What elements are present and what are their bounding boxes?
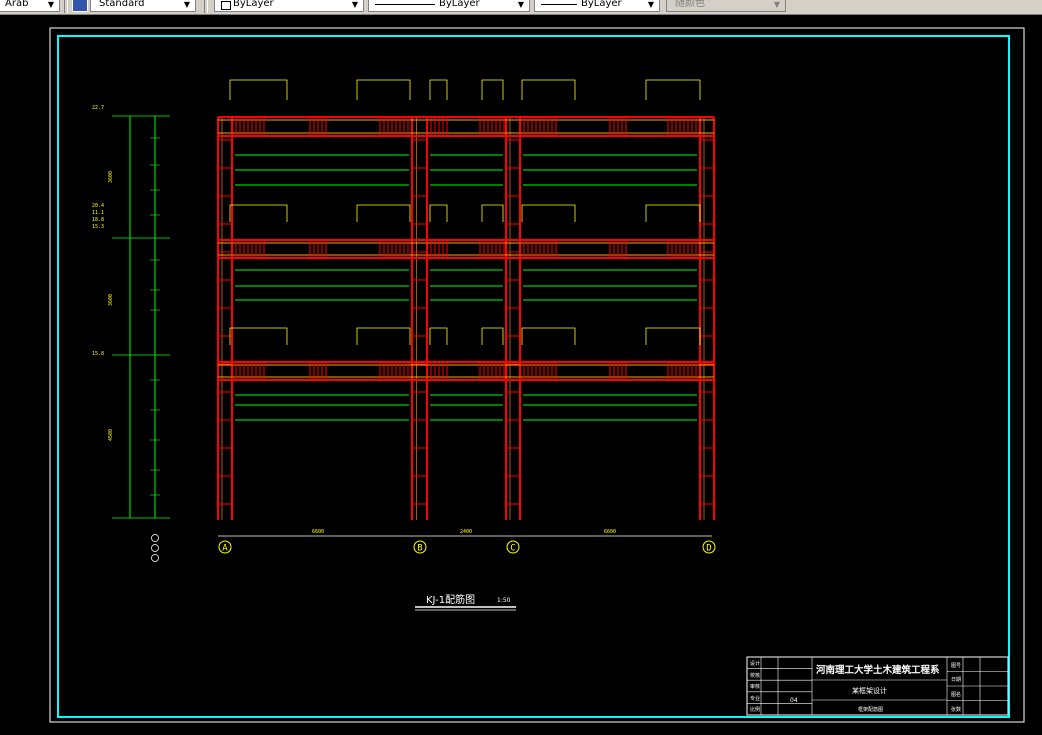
toolbar-separator <box>64 0 68 13</box>
elevation-label: 11.1 <box>92 210 104 216</box>
plot-style-value: 随颜色 <box>675 0 705 9</box>
dimension-bracket <box>645 204 701 222</box>
storey-height-label: 4500 <box>108 429 114 441</box>
dimension-bracket <box>356 327 411 345</box>
span-label: 6600 <box>604 529 616 535</box>
span-label: 2400 <box>460 529 472 535</box>
frame-elevation <box>217 79 715 520</box>
dimension-bracket <box>429 204 448 222</box>
dimension-bracket <box>645 79 701 100</box>
dimension-bracket <box>229 204 288 222</box>
cad-drawing-canvas[interactable]: 22.7 20.4 11.1 18.8 15.3 15.8 3600 3600 … <box>0 14 1042 735</box>
tb-row-label: 审核 <box>750 683 760 690</box>
elevation-label: 22.7 <box>92 105 104 111</box>
chevron-down-icon[interactable]: ▼ <box>645 0 657 10</box>
sheet-number: 04 <box>790 697 798 704</box>
dimension-style-icon[interactable] <box>72 0 88 12</box>
linetype-dropdown[interactable]: ByLayer ▼ <box>368 0 530 12</box>
chevron-down-icon[interactable]: ▼ <box>181 0 193 10</box>
axis-label: D <box>706 544 711 554</box>
tb-row-label: 图号 <box>951 663 961 669</box>
paper-outer-frame <box>49 27 1025 723</box>
text-style-value: Arab <box>5 0 29 9</box>
dimension-bracket <box>481 79 504 100</box>
tb-row-label: 日期 <box>951 677 961 683</box>
dim-style-value: Standard <box>99 0 145 9</box>
chevron-down-icon[interactable]: ▼ <box>771 0 783 10</box>
axis-bubble <box>151 534 159 542</box>
tb-row-label: 设计 <box>750 660 760 667</box>
tb-row-label: 比例 <box>750 706 760 713</box>
color-swatch-icon <box>221 1 231 10</box>
dimension-bracket <box>429 327 448 345</box>
tb-row-label: 张数 <box>951 706 961 713</box>
layer-color-dropdown[interactable]: ByLayer ▼ <box>214 0 364 12</box>
axis-label: B <box>417 544 422 554</box>
tb-row-label: 图名 <box>951 691 961 698</box>
elevation-dimension: 22.7 20.4 11.1 18.8 15.3 15.8 3600 3600 … <box>92 105 170 562</box>
storey-height-label: 3600 <box>108 294 114 306</box>
axis-label: A <box>222 544 228 554</box>
axis-row: A B C D 6600 2400 6600 <box>218 529 716 554</box>
chevron-down-icon[interactable]: ▼ <box>515 0 527 10</box>
dimension-bracket <box>229 327 288 345</box>
tb-row-label: 专业 <box>750 695 760 702</box>
text-style-dropdown[interactable]: Arab ▼ <box>0 0 60 12</box>
properties-toolbar: Arab ▼ Standard ▼ ByLayer ▼ ByLayer ▼ By… <box>0 0 1042 15</box>
dimension-bracket <box>356 79 411 100</box>
project-name: 某框架设计 <box>852 686 887 695</box>
chevron-down-icon[interactable]: ▼ <box>45 0 57 10</box>
layer-color-value: ByLayer <box>233 0 274 9</box>
chevron-down-icon[interactable]: ▼ <box>349 0 361 10</box>
dim-style-dropdown[interactable]: Standard ▼ <box>90 0 196 12</box>
axis-bubble <box>151 544 159 552</box>
dimension-bracket <box>521 327 576 345</box>
dimension-bracket <box>429 79 448 100</box>
drawing-title: KJ-1配筋图 1:50 <box>415 593 516 611</box>
plot-style-dropdown[interactable]: 随颜色 ▼ <box>666 0 786 12</box>
span-label: 6600 <box>312 529 324 535</box>
dimension-bracket <box>356 204 411 222</box>
dimension-bracket <box>229 79 288 100</box>
drawing-scale-text: 1:50 <box>497 597 511 604</box>
lineweight-value: ByLayer <box>581 0 622 9</box>
dimension-bracket <box>481 204 504 222</box>
title-block: 河南理工大学土木建筑工程系 某框架设计 框架配筋图 04 设计 校核 审核 专业… <box>746 656 1009 716</box>
drawing-name: 框架配筋图 <box>858 706 883 713</box>
dimension-bracket <box>481 327 504 345</box>
toolbar-separator <box>204 0 208 13</box>
axis-bubble <box>151 554 159 562</box>
storey-height-label: 3600 <box>108 171 114 183</box>
elevation-label: 15.8 <box>92 351 104 357</box>
axis-label: C <box>510 544 515 554</box>
elevation-label: 20.4 <box>92 203 104 209</box>
tb-row-label: 校核 <box>750 672 760 679</box>
dimension-bracket <box>645 327 701 345</box>
drawing-title-text: KJ-1配筋图 <box>426 593 475 606</box>
elevation-label: 15.3 <box>92 224 104 230</box>
lineweight-sample-icon <box>541 4 577 5</box>
elevation-label: 18.8 <box>92 217 104 223</box>
dimension-bracket <box>521 79 576 100</box>
school-name: 河南理工大学土木建筑工程系 <box>816 664 940 676</box>
linetype-value: ByLayer <box>439 0 480 9</box>
dimension-bracket <box>521 204 576 222</box>
linetype-sample-icon <box>375 4 435 5</box>
lineweight-dropdown[interactable]: ByLayer ▼ <box>534 0 660 12</box>
